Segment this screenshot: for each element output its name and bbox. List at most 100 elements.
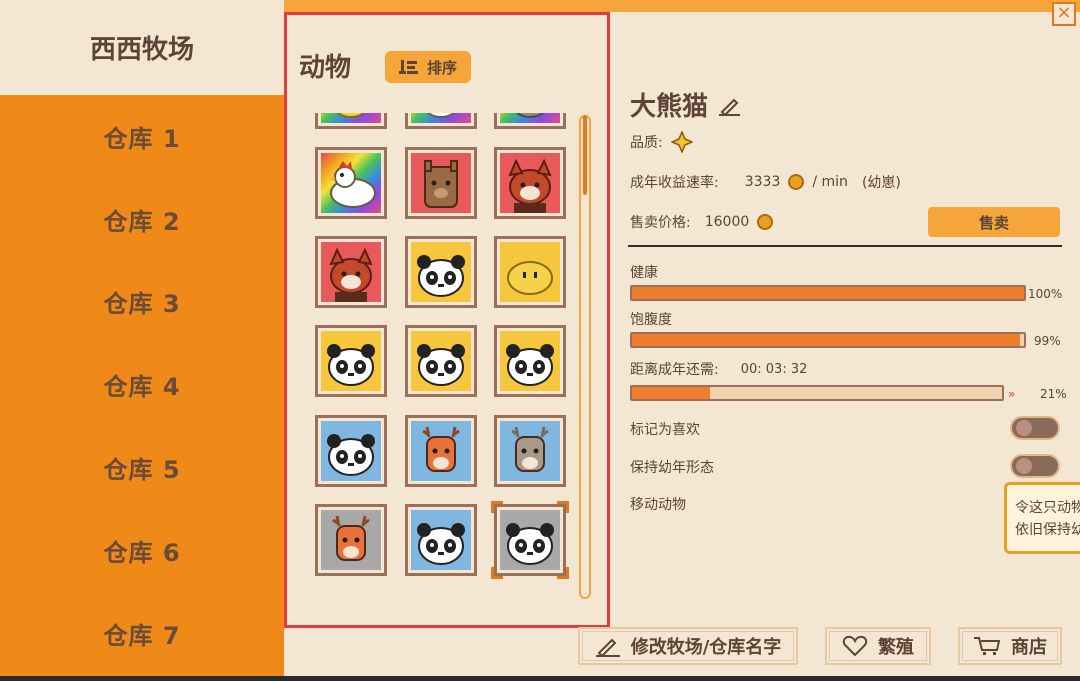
adult-label: 距离成年还需: [630, 362, 719, 378]
ranch-window: × 西西牧场 仓库 1 仓库 2 仓库 3 仓库 4 仓库 5 仓库 6 仓库 … [0, 0, 1080, 676]
fullness-bar [630, 332, 1026, 348]
red-panda-icon [508, 158, 552, 213]
deer-icon [332, 515, 370, 561]
panel-title: 动物 [299, 53, 352, 83]
red-panda-icon [329, 247, 373, 302]
rename-button[interactable]: 修改牧场/仓库名字 [578, 627, 798, 665]
sidebar-item-warehouse-6[interactable]: 仓库 6 [0, 509, 284, 592]
deer-gray-icon [511, 426, 549, 472]
animal-slot[interactable] [494, 147, 566, 219]
cat-gray-icon [515, 113, 545, 118]
animal-slot[interactable] [405, 415, 477, 487]
sell-button[interactable]: 售卖 [928, 207, 1060, 237]
animal-slot[interactable] [315, 147, 387, 219]
animal-portrait [411, 510, 471, 570]
animal-slot[interactable] [494, 236, 566, 308]
sidebar-item-warehouse-1[interactable]: 仓库 1 [0, 95, 284, 178]
panda-icon [506, 523, 554, 565]
animal-slot[interactable] [315, 415, 387, 487]
animal-portrait [500, 421, 560, 481]
sort-button[interactable]: 排序 [385, 51, 471, 83]
move-animal-label[interactable]: 移动动物 [630, 494, 686, 514]
sidebar-item-warehouse-5[interactable]: 仓库 5 [0, 426, 284, 509]
animal-portrait [500, 242, 560, 302]
edit-icon[interactable] [718, 94, 742, 116]
cat-white-icon [426, 113, 456, 118]
animal-panel: 动物 排序 [284, 12, 610, 628]
breed-button[interactable]: 繁殖 [825, 627, 931, 665]
price-value: 16000 [704, 214, 750, 230]
sort-icon [398, 60, 418, 74]
star-icon [670, 131, 693, 153]
panda-icon [327, 434, 375, 476]
scrollbar-thumb[interactable] [583, 115, 587, 195]
animal-slot[interactable] [405, 113, 477, 129]
animal-slot[interactable] [491, 501, 569, 579]
rate-value: 3333 [744, 174, 781, 190]
pencil-icon [595, 638, 620, 657]
adult-time: 00: 03: 32 [740, 361, 808, 377]
adult-bar-fill [632, 387, 710, 399]
selection-corner [557, 567, 569, 579]
toggle-knob [1016, 458, 1032, 474]
rename-label: 修改牧场/仓库名字 [630, 637, 782, 658]
health-bar-fill [632, 287, 1024, 299]
favorite-toggle[interactable] [1010, 416, 1060, 440]
animal-portrait [321, 421, 381, 481]
animal-slot[interactable] [494, 415, 566, 487]
shop-cart-icon [974, 637, 1001, 655]
sidebar-item-warehouse-3[interactable]: 仓库 3 [0, 261, 284, 344]
animal-slot[interactable] [405, 325, 477, 397]
tooltip-line-1: 令这只动物 [1015, 500, 1080, 516]
animal-portrait [411, 421, 471, 481]
animal-portrait [500, 510, 560, 570]
animal-portrait [321, 113, 381, 123]
animal-portrait [321, 510, 381, 570]
sidebar: 西西牧场 仓库 1 仓库 2 仓库 3 仓库 4 仓库 5 仓库 6 仓库 7 [0, 0, 284, 676]
panda-icon [417, 344, 465, 386]
selection-corner [491, 501, 503, 513]
tooltip: 令这只动物 依旧保持幼 [1004, 482, 1080, 554]
keep-young-toggle[interactable] [1010, 454, 1060, 478]
sidebar-item-warehouse-2[interactable]: 仓库 2 [0, 178, 284, 261]
close-icon: × [1056, 2, 1072, 23]
panda-icon [327, 344, 375, 386]
shop-label: 商店 [1011, 637, 1047, 658]
coin-icon [757, 214, 774, 230]
panda-icon [506, 344, 554, 386]
slime-icon [507, 261, 553, 295]
animal-portrait [411, 113, 471, 123]
animal-slot[interactable] [405, 504, 477, 576]
animal-grid [307, 113, 569, 607]
animal-slot[interactable] [315, 113, 387, 129]
adult-bar [630, 385, 1004, 401]
top-bar [284, 0, 1080, 12]
animal-slot[interactable] [315, 236, 387, 308]
sidebar-item-warehouse-7[interactable]: 仓库 7 [0, 592, 284, 675]
animal-slot[interactable] [405, 236, 477, 308]
ranch-title[interactable]: 西西牧场 [0, 0, 284, 95]
shop-button[interactable]: 商店 [958, 627, 1062, 665]
animal-slot[interactable] [494, 325, 566, 397]
arrows-icon: » [1008, 387, 1016, 401]
fullness-bar-fill [632, 334, 1021, 346]
health-label: 健康 [630, 265, 658, 281]
quality-label: 品质: [630, 135, 663, 151]
animal-slot[interactable] [315, 325, 387, 397]
animal-portrait [411, 331, 471, 391]
animal-slot[interactable] [494, 113, 566, 129]
fullness-label: 饱腹度 [630, 312, 672, 328]
selection-corner [491, 567, 503, 579]
price-label: 售卖价格: [630, 215, 691, 231]
divider [628, 245, 1062, 247]
adult-percent: 21% [1040, 387, 1067, 401]
animal-name: 大熊猫 [630, 92, 709, 122]
animal-slot[interactable] [315, 504, 387, 576]
tooltip-line-2: 依旧保持幼 [1015, 522, 1080, 538]
animal-slot[interactable] [405, 147, 477, 219]
rate-label: 成年收益速率: [630, 175, 719, 191]
health-bar [630, 285, 1026, 301]
sidebar-item-warehouse-4[interactable]: 仓库 4 [0, 343, 284, 426]
close-button[interactable]: × [1052, 2, 1076, 26]
chick-icon [336, 113, 366, 118]
